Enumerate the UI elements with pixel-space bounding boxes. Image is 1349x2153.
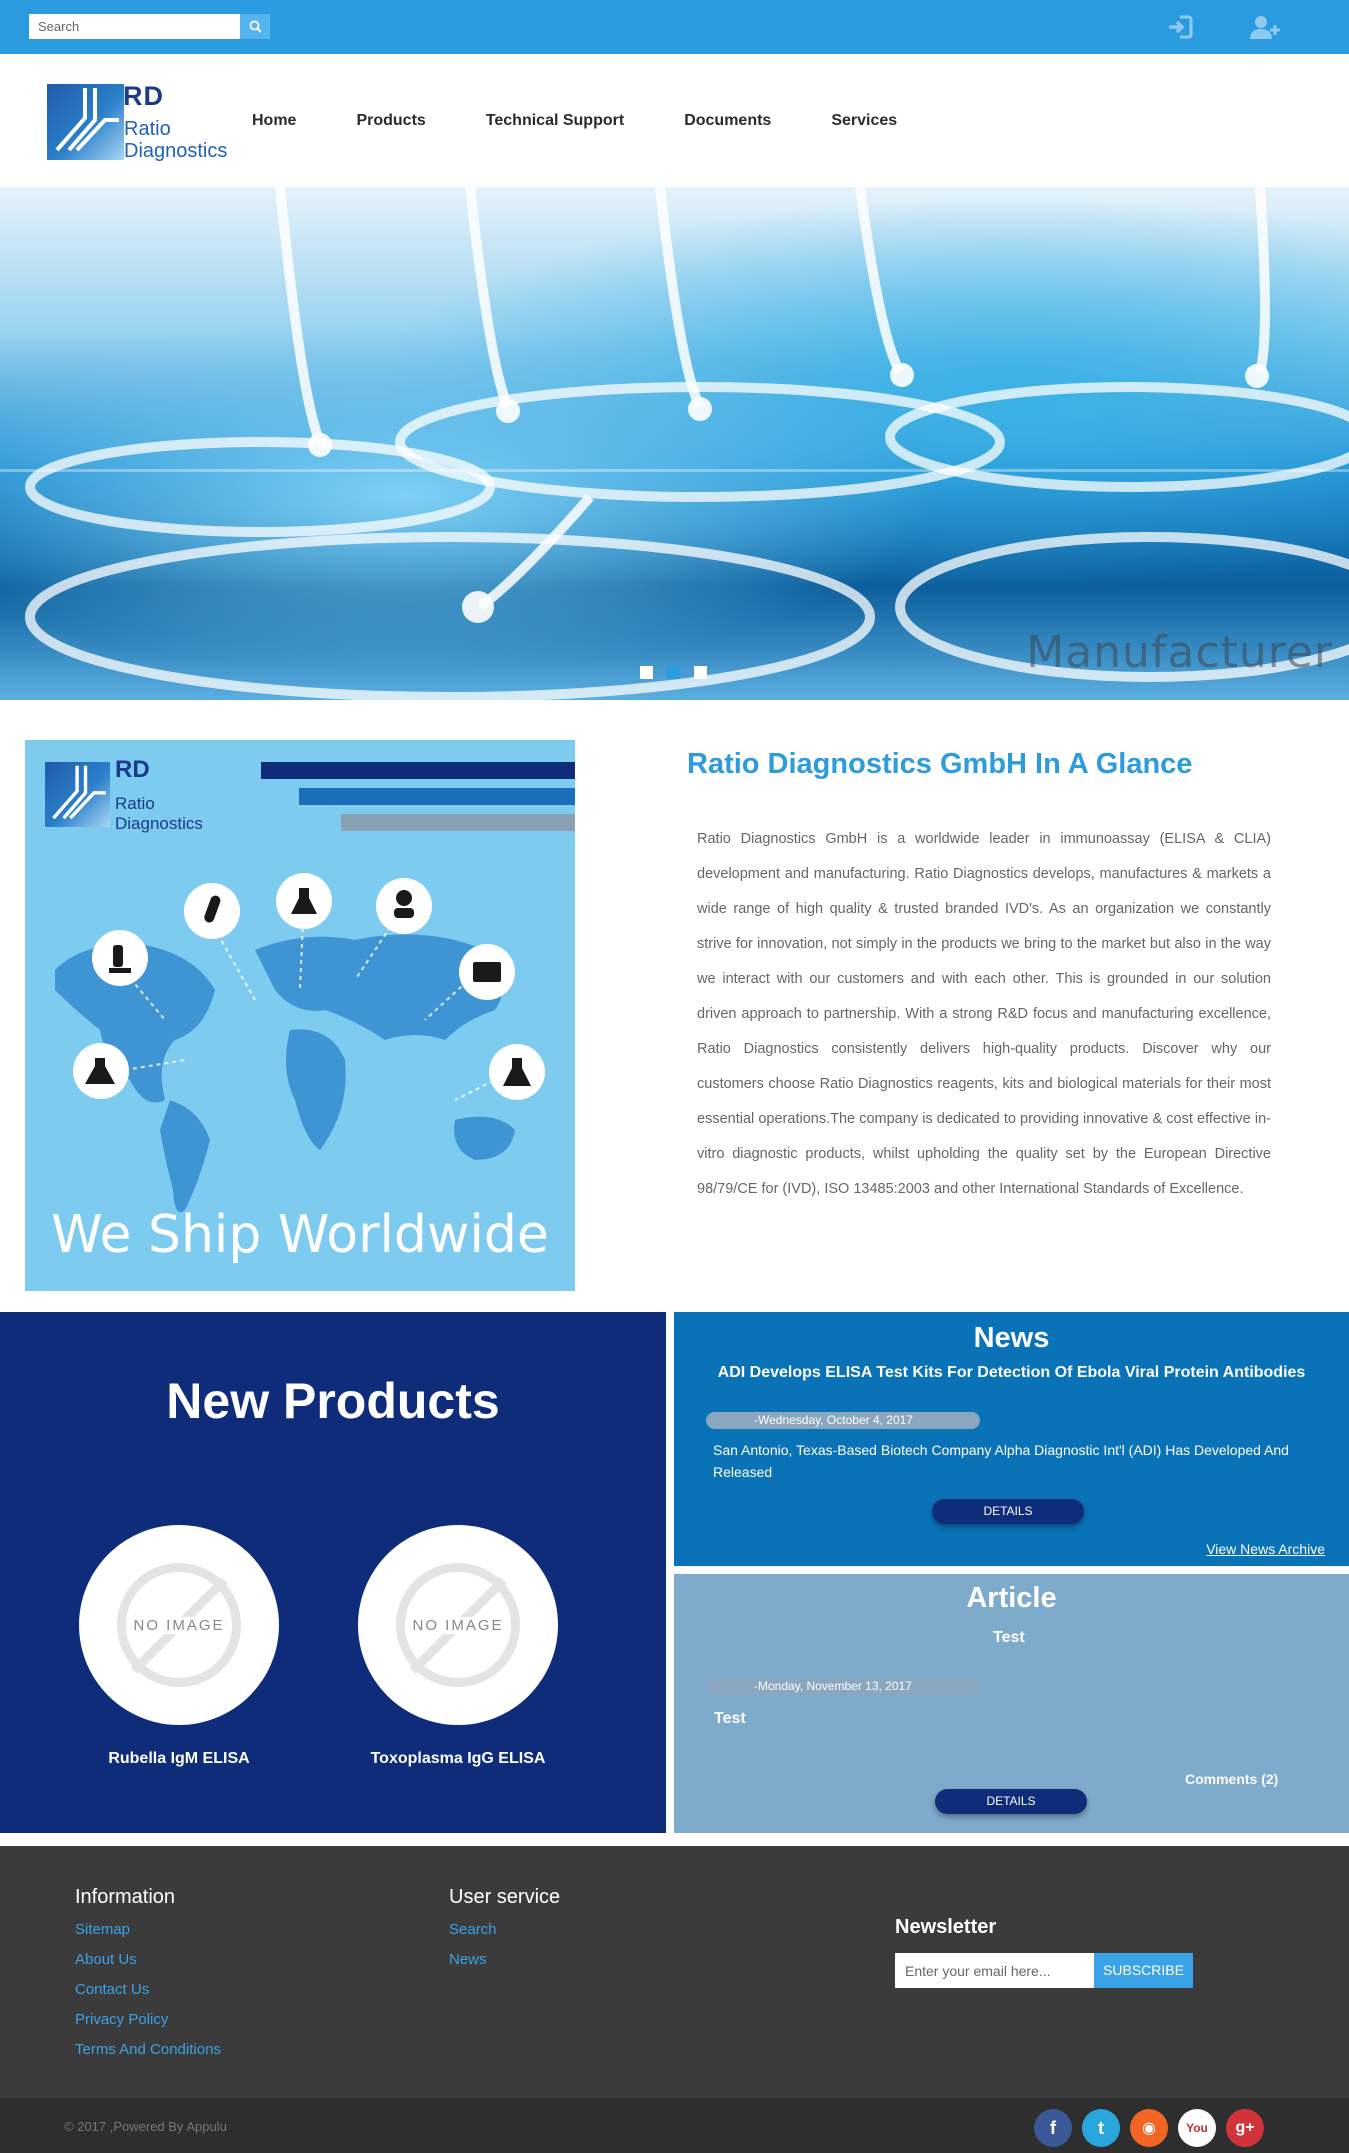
search-button[interactable] [240,14,270,39]
twitter-glyph: t [1098,2117,1104,2138]
no-image-label: NO IMAGE [410,1616,506,1634]
hero-caption: Manufacturer [1026,627,1333,678]
footer-link-contact-us[interactable]: Contact Us [75,1975,221,2005]
nav-home[interactable]: Home [252,112,296,130]
glance-text: Ratio Diagnostics GmbH is a worldwide le… [697,831,1271,1197]
we-ship-worldwide-text: We Ship Worldwide [51,1205,549,1265]
rss-glyph: ◉ [1142,2120,1156,2137]
product-image[interactable]: NO IMAGE [358,1525,558,1725]
twitter-icon[interactable]: t [1082,2109,1120,2147]
rss-icon[interactable]: ◉ [1130,2109,1168,2147]
logo-name: Ratio Diagnostics [124,118,227,162]
product-image[interactable]: NO IMAGE [79,1525,279,1725]
product-card[interactable]: NO IMAGE Toxoplasma IgG ELISA [358,1525,558,1768]
site-footer: Information Sitemap About Us Contact Us … [0,1846,1349,2098]
hero-illustration [25,187,1349,700]
youtube-icon[interactable]: You [1178,2109,1216,2147]
article-title: Article [966,1582,1057,1614]
no-image-icon: NO IMAGE [396,1563,520,1687]
news-date: -Wednesday, October 4, 2017 [706,1412,980,1429]
slider-dot-3[interactable] [694,666,707,679]
bottom-bar: © 2017 ,Powered By Appulu f t ◉ You g+ [0,2098,1349,2153]
logo-mark-icon [47,84,124,160]
top-bar [0,0,1349,54]
googleplus-glyph: g+ [1235,2119,1255,2136]
footer-information-title: Information [75,1886,176,1908]
facebook-glyph: f [1050,2117,1056,2138]
footer-link-terms[interactable]: Terms And Conditions [75,2035,221,2065]
hero-slider[interactable]: Manufacturer [0,187,1349,700]
article-subtitle[interactable]: Test [993,1629,1025,1647]
we-ship-worldwide-banner: RD Ratio Diagnostics We Ship Worldwide [25,740,575,1291]
nav-documents[interactable]: Documents [684,112,771,130]
no-image-label: NO IMAGE [131,1616,227,1634]
googleplus-icon[interactable]: g+ [1226,2109,1264,2147]
logo-line2: Diagnostics [124,140,228,162]
search-icon [249,20,262,33]
new-products-title: New Products [166,1373,500,1429]
article-section: Article Test -Monday, November 13, 2017 … [674,1574,1349,1833]
search-input[interactable] [29,14,240,39]
slider-dot-1[interactable] [640,666,653,679]
footer-link-sitemap[interactable]: Sitemap [75,1915,221,1945]
site-logo[interactable]: RD Ratio Diagnostics [47,78,237,162]
product-name[interactable]: Toxoplasma IgG ELISA [358,1750,558,1768]
newsletter-title: Newsletter [895,1916,997,1938]
nav-technical-support[interactable]: Technical Support [486,112,624,130]
hero-divider [0,469,1349,472]
nav-products[interactable]: Products [356,112,425,130]
youtube-glyph: You [1186,2121,1208,2135]
login-icon[interactable] [1166,14,1194,45]
facebook-icon[interactable]: f [1034,2109,1072,2147]
news-title: News [973,1322,1050,1354]
main-nav: Home Products Technical Support Document… [252,112,957,130]
site-header: RD Ratio Diagnostics Home Products Techn… [0,54,1349,187]
nav-services[interactable]: Services [831,112,897,130]
register-icon[interactable] [1249,14,1281,45]
slider-dots [640,666,721,679]
footer-user-service: User service Search News [449,1886,560,1975]
article-details-button[interactable]: DETAILS [935,1789,1087,1814]
article-body: Test [714,1710,746,1727]
subscribe-button[interactable]: SUBSCRIBE [1094,1953,1193,1988]
news-body: San Antonio, Texas-Based Biotech Company… [713,1442,1289,1480]
no-image-icon: NO IMAGE [117,1563,241,1687]
news-section: News ADI Develops ELISA Test Kits For De… [674,1312,1349,1566]
logo-line1: Ratio [124,118,171,140]
footer-information: Information Sitemap About Us Contact Us … [75,1886,221,2065]
footer-user-service-title: User service [449,1886,561,1908]
comments-link[interactable]: Comments (2) [1185,1771,1278,1787]
footer-link-privacy-policy[interactable]: Privacy Policy [75,2005,221,2035]
view-news-archive-link[interactable]: View News Archive [1206,1541,1325,1557]
product-card[interactable]: NO IMAGE Rubella IgM ELISA [79,1525,279,1768]
product-name[interactable]: Rubella IgM ELISA [79,1750,279,1768]
footer-link-about-us[interactable]: About Us [75,1945,221,1975]
page: RD Ratio Diagnostics Home Products Techn… [0,0,1349,2153]
copyright-text: © 2017 ,Powered By Appulu [64,2119,227,2134]
logo-abbr: RD [123,81,164,111]
newsletter-email-input[interactable] [895,1953,1094,1988]
slider-dot-2[interactable] [667,666,680,679]
footer-link-news[interactable]: News [449,1945,560,1975]
glance-title: Ratio Diagnostics GmbH In A Glance [687,748,1193,780]
new-products-section: New Products NO IMAGE Rubella IgM ELISA … [0,1312,666,1833]
news-details-button[interactable]: DETAILS [932,1499,1084,1524]
footer-link-search[interactable]: Search [449,1915,560,1945]
news-headline[interactable]: ADI Develops ELISA Test Kits For Detecti… [674,1364,1349,1382]
article-date: -Monday, November 13, 2017 [706,1678,980,1695]
